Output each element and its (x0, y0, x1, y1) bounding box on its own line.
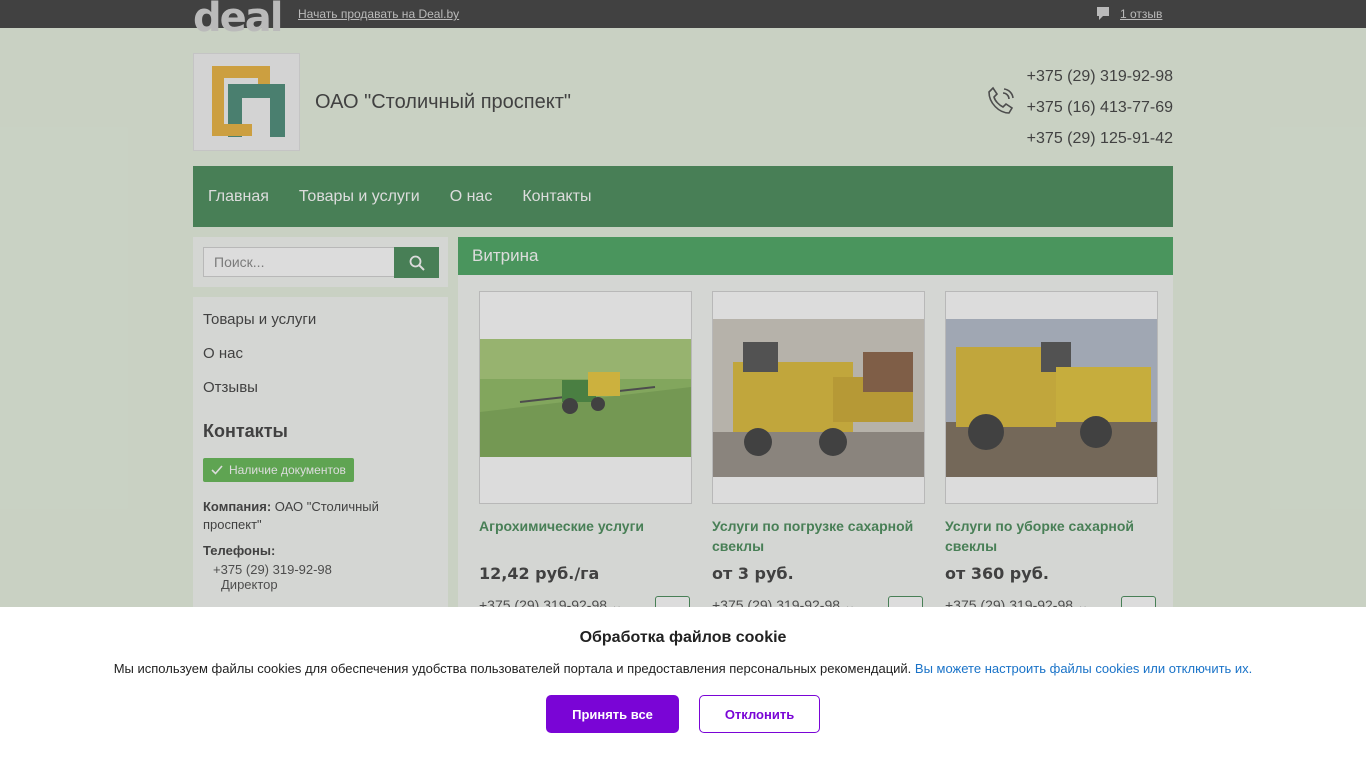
showcase: Агрохимические услуги 12,42 руб./га +375… (458, 275, 1173, 635)
decline-button[interactable]: Отклонить (699, 695, 820, 733)
company-label: Компания: (203, 499, 272, 514)
company-info: Компания: ОАО "Столичный проспект" (203, 498, 438, 534)
cookie-settings-link[interactable]: Вы можете настроить файлы cookies или от… (915, 661, 1252, 676)
phones-label-text: Телефоны: (203, 543, 276, 558)
sidebar: Товары и услуги О нас Отзывы Контакты На… (193, 297, 448, 617)
sidebar-item-about[interactable]: О нас (203, 341, 438, 375)
nav-item-about[interactable]: О нас (450, 188, 493, 206)
cookie-banner: Обработка файлов cookie Мы используем фа… (0, 607, 1366, 768)
main-nav: Главная Товары и услуги О нас Контакты (193, 166, 1173, 227)
accept-all-button[interactable]: Принять все (546, 695, 679, 733)
sidebar-phone[interactable]: +375 (29) 319-92-98 (203, 562, 438, 577)
company-name: ОАО "Столичный проспект" (315, 91, 571, 113)
sidebar-phone-role: Директор (221, 577, 278, 592)
cookie-text: Мы используем файлы cookies для обеспече… (0, 661, 1366, 676)
contacts-title: Контакты (203, 421, 288, 441)
sidebar-search (193, 237, 448, 287)
product-name[interactable]: Услуги по уборке сахарной свеклы (945, 516, 1158, 556)
cookie-description: Мы используем файлы cookies для обеспече… (113, 661, 912, 676)
documents-badge-label: Наличие документов (229, 463, 346, 477)
documents-badge[interactable]: Наличие документов (203, 458, 354, 482)
comment-icon (1097, 7, 1109, 20)
reviews-count: 1 отзыв (1120, 7, 1163, 21)
product-name[interactable]: Услуги по погрузке сахарной свеклы (712, 516, 925, 556)
start-selling-link[interactable]: Начать продавать на Deal.by (298, 7, 459, 21)
company-logo[interactable] (193, 53, 300, 151)
product-image[interactable] (945, 291, 1158, 504)
search-button[interactable] (394, 247, 439, 278)
sidebar-item-products[interactable]: Товары и услуги (203, 307, 438, 341)
top-bar: deal Начать продавать на Deal.by 1 отзыв (0, 0, 1366, 38)
header-phone-2[interactable]: +375 (16) 413-77-69 (1027, 92, 1173, 123)
showcase-title: Витрина (458, 237, 1173, 275)
product-price: 12,42 руб./га (479, 564, 600, 583)
phones-label: Телефоны: (203, 542, 438, 560)
check-icon (211, 465, 223, 475)
cookie-title: Обработка файлов cookie (579, 629, 787, 646)
company-logo-mark (212, 66, 285, 137)
company-header: ОАО "Столичный проспект" +375 (29) 319-9… (193, 53, 1173, 151)
product-card[interactable]: Услуги по погрузке сахарной свеклы от 3 … (712, 291, 925, 622)
sidebar-item-reviews[interactable]: Отзывы (203, 375, 438, 409)
nav-item-products[interactable]: Товары и услуги (299, 188, 420, 206)
product-price: от 3 руб. (712, 564, 794, 583)
nav-item-home[interactable]: Главная (208, 188, 269, 206)
header-phones: +375 (29) 319-92-98 +375 (16) 413-77-69 … (1027, 61, 1173, 154)
header-phone-1[interactable]: +375 (29) 319-92-98 (1027, 61, 1173, 92)
reviews-link[interactable]: 1 отзыв (1096, 6, 1162, 22)
header-phone-3[interactable]: +375 (29) 125-91-42 (1027, 123, 1173, 154)
nav-item-contacts[interactable]: Контакты (522, 188, 591, 206)
phone-icon (988, 86, 1014, 114)
product-image[interactable] (479, 291, 692, 504)
deal-logo[interactable]: deal (193, 0, 283, 38)
cookie-actions: Принять все Отклонить (0, 695, 1366, 733)
product-image[interactable] (712, 291, 925, 504)
product-price: от 360 руб. (945, 564, 1049, 583)
product-name[interactable]: Агрохимические услуги (479, 516, 692, 556)
product-card[interactable]: Услуги по уборке сахарной свеклы от 360 … (945, 291, 1158, 622)
search-icon (409, 255, 425, 271)
product-card[interactable]: Агрохимические услуги 12,42 руб./га +375… (479, 291, 692, 622)
search-input[interactable] (203, 247, 395, 277)
